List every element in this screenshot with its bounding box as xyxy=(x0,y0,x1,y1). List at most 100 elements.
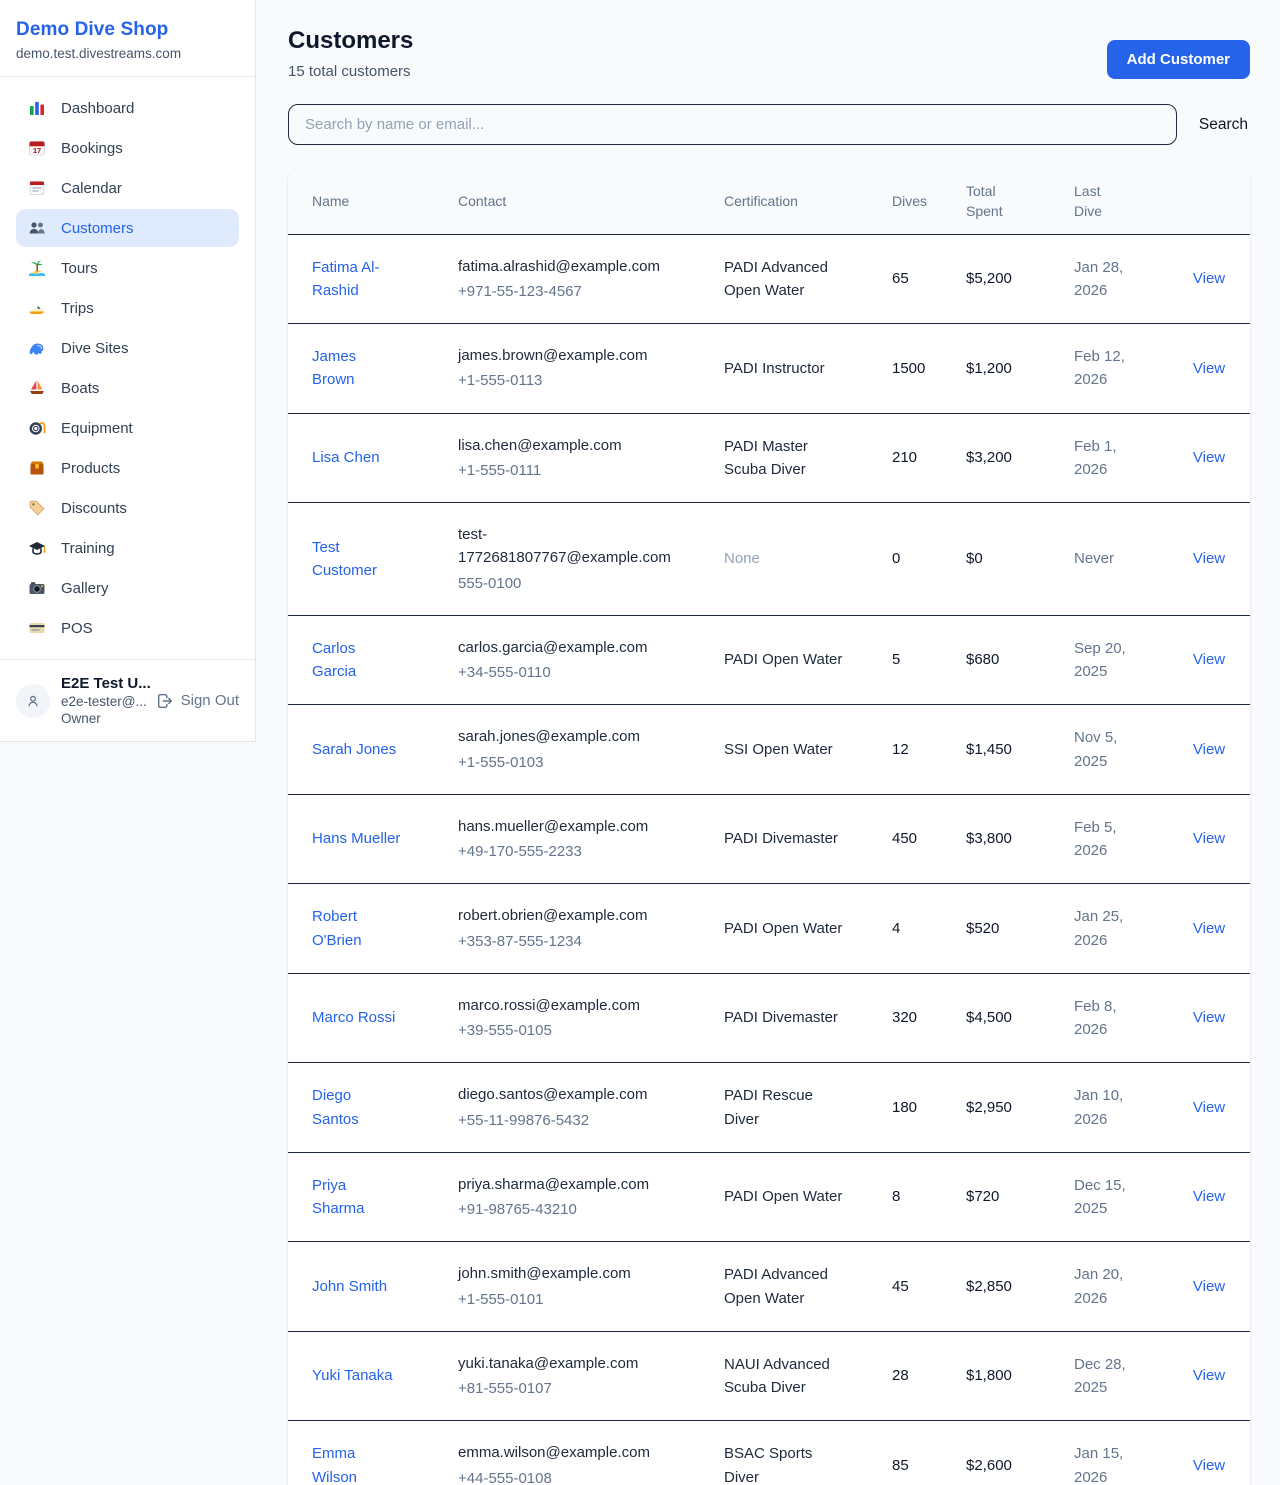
customer-phone: +39-555-0105 xyxy=(458,1019,700,1042)
view-customer-link[interactable]: View xyxy=(1193,449,1225,466)
customer-total-spent: $680 xyxy=(954,615,1062,705)
user-name: E2E Test U... xyxy=(61,675,145,692)
sign-out-button[interactable]: Sign Out xyxy=(156,692,239,710)
column-header-certification: Certification xyxy=(712,169,880,234)
sidebar-item-training[interactable]: Training xyxy=(16,529,239,567)
table-row: Robert O'Brien robert.obrien@example.com… xyxy=(288,884,1250,974)
view-customer-link[interactable]: View xyxy=(1193,920,1225,937)
sidebar-item-dive-sites[interactable]: Dive Sites xyxy=(16,329,239,367)
sidebar-item-customers[interactable]: Customers xyxy=(16,209,239,247)
customer-email: sarah.jones@example.com xyxy=(458,725,700,748)
view-customer-link[interactable]: View xyxy=(1193,651,1225,668)
graduation-cap-icon xyxy=(28,539,46,557)
customer-dives: 65 xyxy=(880,234,954,324)
add-customer-button[interactable]: Add Customer xyxy=(1107,40,1250,79)
customer-name-link[interactable]: John Smith xyxy=(312,1278,387,1295)
customer-last-dive: Feb 8, 2026 xyxy=(1062,973,1168,1063)
customer-certification: PADI Divemaster xyxy=(712,794,880,884)
customer-name-link[interactable]: Sarah Jones xyxy=(312,741,396,758)
customer-certification: PADI Master Scuba Diver xyxy=(712,413,880,503)
customer-name-link[interactable]: Hans Mueller xyxy=(312,830,400,847)
view-customer-link[interactable]: View xyxy=(1193,1367,1225,1384)
sidebar-item-boats[interactable]: Boats xyxy=(16,369,239,407)
sidebar-item-bookings[interactable]: 17 Bookings xyxy=(16,129,239,167)
customer-name-link[interactable]: Test Customer xyxy=(312,539,377,579)
table-row: Priya Sharma priya.sharma@example.com +9… xyxy=(288,1152,1250,1242)
sidebar-item-products[interactable]: Products xyxy=(16,449,239,487)
customer-phone: 555-0100 xyxy=(458,572,700,595)
view-customer-link[interactable]: View xyxy=(1193,360,1225,377)
customer-certification: PADI Open Water xyxy=(712,615,880,705)
customer-certification: PADI Advanced Open Water xyxy=(712,1242,880,1332)
diving-mask-icon xyxy=(28,419,46,437)
view-customer-link[interactable]: View xyxy=(1193,830,1225,847)
customer-phone: +44-555-0108 xyxy=(458,1467,700,1485)
sidebar-item-dashboard[interactable]: Dashboard xyxy=(16,89,239,127)
customer-name-link[interactable]: Robert O'Brien xyxy=(312,908,362,948)
user-meta: E2E Test U... e2e-tester@... Owner xyxy=(61,675,145,726)
view-customer-link[interactable]: View xyxy=(1193,1457,1225,1474)
customer-name-link[interactable]: Emma Wilson xyxy=(312,1445,357,1485)
table-row: Sarah Jones sarah.jones@example.com +1-5… xyxy=(288,705,1250,795)
customer-phone: +1-555-0111 xyxy=(458,459,700,482)
search-button[interactable]: Search xyxy=(1197,112,1250,138)
sidebar-item-tours[interactable]: Tours xyxy=(16,249,239,287)
customer-name-link[interactable]: Lisa Chen xyxy=(312,449,380,466)
column-header-total-spent: Total Spent xyxy=(954,169,1062,234)
table-row: Diego Santos diego.santos@example.com +5… xyxy=(288,1063,1250,1153)
sailboat-icon xyxy=(28,379,46,397)
column-header-name: Name xyxy=(288,169,446,234)
customer-certification: PADI Open Water xyxy=(712,884,880,974)
svg-text:17: 17 xyxy=(33,146,41,155)
customer-name-link[interactable]: Carlos Garcia xyxy=(312,640,356,680)
customer-total-spent: $0 xyxy=(954,503,1062,616)
table-row: James Brown james.brown@example.com +1-5… xyxy=(288,324,1250,414)
customer-certification: PADI Rescue Diver xyxy=(712,1063,880,1153)
view-customer-link[interactable]: View xyxy=(1193,270,1225,287)
customer-certification: NAUI Advanced Scuba Diver xyxy=(712,1331,880,1421)
sidebar-item-discounts[interactable]: Discounts xyxy=(16,489,239,527)
customer-last-dive: Feb 5, 2026 xyxy=(1062,794,1168,884)
sidebar: Demo Dive Shop demo.test.divestreams.com… xyxy=(0,0,256,742)
view-customer-link[interactable]: View xyxy=(1193,550,1225,567)
search-input[interactable] xyxy=(288,104,1177,145)
title-row: Customers 15 total customers Add Custome… xyxy=(288,27,1250,80)
customer-email: emma.wilson@example.com xyxy=(458,1441,700,1464)
view-customer-link[interactable]: View xyxy=(1193,1278,1225,1295)
avatar xyxy=(16,684,50,718)
customer-certification: PADI Instructor xyxy=(712,324,880,414)
customer-email: hans.mueller@example.com xyxy=(458,815,700,838)
shop-header: Demo Dive Shop demo.test.divestreams.com xyxy=(0,0,255,77)
view-customer-link[interactable]: View xyxy=(1193,1009,1225,1026)
sidebar-item-pos[interactable]: POS xyxy=(16,609,239,647)
sidebar-item-trips[interactable]: Trips xyxy=(16,289,239,327)
customer-phone: +1-555-0101 xyxy=(458,1288,700,1311)
sidebar-item-gallery[interactable]: Gallery xyxy=(16,569,239,607)
customer-name-link[interactable]: Diego Santos xyxy=(312,1087,359,1127)
customer-name-link[interactable]: Yuki Tanaka xyxy=(312,1367,393,1384)
sidebar-item-equipment[interactable]: Equipment xyxy=(16,409,239,447)
column-header-actions xyxy=(1168,169,1250,234)
view-customer-link[interactable]: View xyxy=(1193,1188,1225,1205)
customer-last-dive: Jan 28, 2026 xyxy=(1062,234,1168,324)
view-customer-link[interactable]: View xyxy=(1193,1099,1225,1116)
customer-total-spent: $1,800 xyxy=(954,1331,1062,1421)
customer-dives: 320 xyxy=(880,973,954,1063)
customer-name-link[interactable]: James Brown xyxy=(312,348,356,388)
sign-out-label: Sign Out xyxy=(181,692,239,709)
customer-last-dive: Nov 5, 2025 xyxy=(1062,705,1168,795)
customer-name-link[interactable]: Marco Rossi xyxy=(312,1009,395,1026)
customer-dives: 45 xyxy=(880,1242,954,1332)
sidebar-item-calendar[interactable]: Calendar xyxy=(16,169,239,207)
customer-last-dive: Never xyxy=(1062,503,1168,616)
person-icon xyxy=(24,692,42,710)
column-header-dives: Dives xyxy=(880,169,954,234)
credit-card-icon xyxy=(28,619,46,637)
customer-phone: +34-555-0110 xyxy=(458,661,700,684)
customer-last-dive: Dec 15, 2025 xyxy=(1062,1152,1168,1242)
view-customer-link[interactable]: View xyxy=(1193,741,1225,758)
customer-name-link[interactable]: Fatima Al-Rashid xyxy=(312,259,380,299)
customer-email: john.smith@example.com xyxy=(458,1262,700,1285)
customer-name-link[interactable]: Priya Sharma xyxy=(312,1177,365,1217)
customer-dives: 0 xyxy=(880,503,954,616)
